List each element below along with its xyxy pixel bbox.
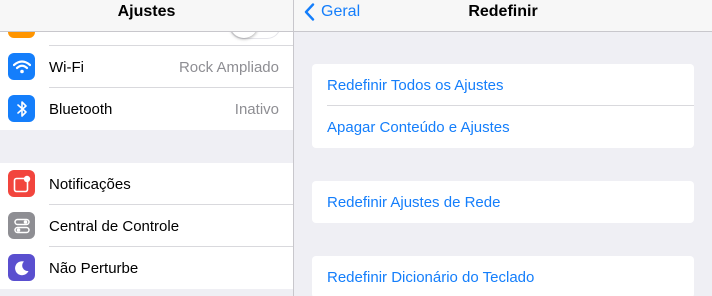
sidebar-item-label: Notificações	[49, 175, 131, 193]
control-center-icon	[8, 212, 35, 239]
wifi-icon	[8, 53, 35, 80]
sidebar-item-label: Central de Controle	[49, 217, 180, 235]
sidebar-group-system: Notificações Central de Controle Não Per…	[0, 163, 293, 289]
page-title: Redefinir	[468, 3, 538, 20]
reset-card-3: Redefinir Dicionário do Teclado	[312, 256, 694, 296]
reset-keyboard-label: Redefinir Dicionário do Teclado	[327, 268, 535, 286]
bluetooth-status-value: Inativo	[234, 100, 279, 118]
sidebar-navbar: Ajustes	[0, 0, 293, 32]
reset-network-label: Redefinir Ajustes de Rede	[327, 193, 501, 211]
sidebar-title: Ajustes	[117, 3, 176, 20]
sidebar-item-control-center[interactable]: Central de Controle	[0, 205, 293, 247]
reset-all-settings-label: Redefinir Todos os Ajustes	[327, 76, 504, 94]
sidebar-item-label: Wi-Fi	[49, 58, 84, 76]
erase-content-label: Apagar Conteúdo e Ajustes	[327, 118, 510, 136]
sidebar-item-notifications[interactable]: Notificações	[0, 163, 293, 205]
reset-keyboard-dictionary-button[interactable]: Redefinir Dicionário do Teclado	[312, 256, 694, 296]
sidebar-item-do-not-disturb[interactable]: Não Perturbe	[0, 247, 293, 289]
notifications-icon	[8, 170, 35, 197]
sidebar-group-connectivity: Wi-Fi Rock Ampliado Bluetooth Inativo	[0, 46, 293, 130]
reset-network-settings-button[interactable]: Redefinir Ajustes de Rede	[312, 181, 694, 223]
erase-content-and-settings-button[interactable]: Apagar Conteúdo e Ajustes	[312, 106, 694, 148]
wifi-network-value: Rock Ampliado	[178, 58, 279, 76]
sidebar-item-bluetooth[interactable]: Bluetooth Inativo	[0, 88, 293, 130]
detail-navbar: Geral Redefinir	[294, 0, 712, 32]
moon-icon	[8, 254, 35, 281]
reset-card-2: Redefinir Ajustes de Rede	[312, 181, 694, 223]
settings-sidebar: Wi-Fi Rock Ampliado Bluetooth Inativo No…	[0, 0, 294, 296]
sidebar-item-label: Não Perturbe	[49, 259, 139, 277]
reset-all-settings-button[interactable]: Redefinir Todos os Ajustes	[312, 64, 694, 106]
sidebar-item-wifi[interactable]: Wi-Fi Rock Ampliado	[0, 46, 293, 88]
sidebar-item-label: Bluetooth	[49, 100, 113, 118]
reset-card-1: Redefinir Todos os Ajustes Apagar Conteú…	[312, 64, 694, 148]
detail-pane: Geral Redefinir Redefinir Todos os Ajust…	[294, 0, 712, 296]
bluetooth-icon	[8, 95, 35, 122]
